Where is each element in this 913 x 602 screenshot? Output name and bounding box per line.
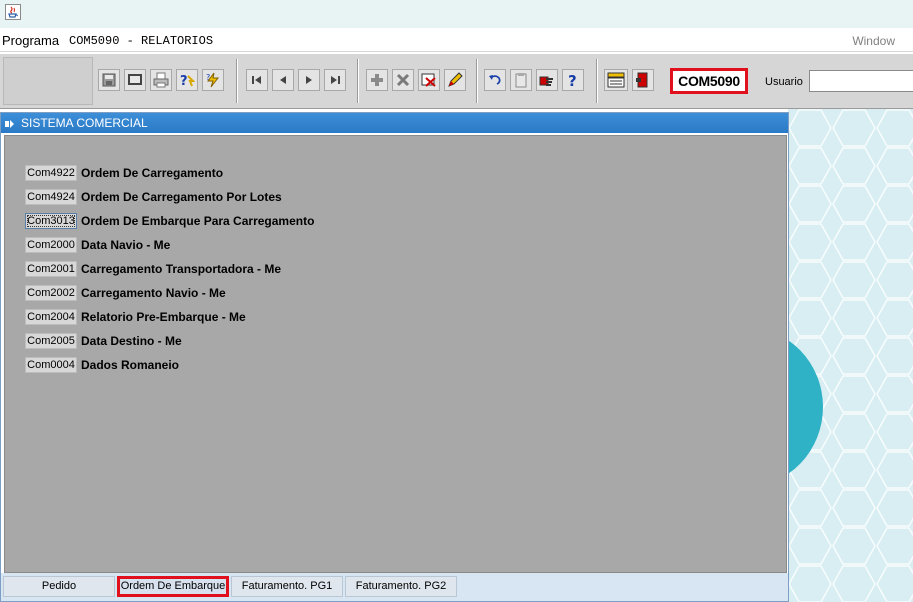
report-label: Ordem De Carregamento [81, 166, 224, 180]
help-icon: ? [565, 72, 581, 88]
report-code-button[interactable]: Com4924 [25, 189, 77, 205]
menu-window[interactable]: Window [852, 34, 895, 48]
delete-record-button[interactable] [392, 69, 414, 91]
program-code-box: COM5090 [670, 68, 748, 94]
edit-button[interactable] [444, 69, 466, 91]
last-record-button[interactable] [324, 69, 346, 91]
report-code-button[interactable]: Com4922 [25, 165, 77, 181]
hexagon-pattern [788, 109, 913, 602]
x-icon [395, 72, 411, 88]
menu-bar: Programa COM5090 - RELATORIOS Window [0, 28, 913, 52]
first-record-button[interactable] [246, 69, 268, 91]
print-button[interactable] [150, 69, 172, 91]
clear-form-icon [421, 72, 437, 88]
sistema-comercial-window: SISTEMA COMERCIAL Com4922 Ordem De Carre… [0, 112, 789, 602]
report-label: Data Navio - Me [81, 238, 171, 252]
toolbar-separator [596, 59, 598, 103]
program-code: COM5090 [678, 73, 740, 89]
toolbar-separator [236, 59, 238, 103]
first-icon [250, 73, 264, 87]
list-button[interactable] [510, 69, 532, 91]
tab-ordem-de-embarque[interactable]: Ordem De Embarque [117, 576, 229, 597]
menu-button[interactable] [604, 69, 628, 91]
query-button[interactable]: ? [176, 69, 198, 91]
previous-record-button[interactable] [272, 69, 294, 91]
tab-bar: Pedido Ordem De Embarque Faturamento. PG… [1, 573, 788, 601]
report-code-button[interactable]: Com2005 [25, 333, 77, 349]
clipboard-icon [513, 72, 529, 88]
clear-record-button[interactable] [418, 69, 440, 91]
execute-query-button[interactable]: ? [202, 69, 224, 91]
report-label: Ordem De Embarque Para Carregamento [81, 214, 315, 228]
toolbar-separator [357, 59, 359, 103]
svg-text:?: ? [180, 74, 188, 88]
window-title: COM5090 - RELATORIOS [69, 34, 214, 48]
report-code-button[interactable]: Com2002 [25, 285, 77, 301]
panel-title-bar: SISTEMA COMERCIAL [1, 113, 788, 133]
printer-icon [153, 72, 169, 88]
window-restore-icon[interactable] [5, 118, 15, 128]
usuario-label: Usuario [765, 76, 803, 88]
tools-button[interactable] [536, 69, 558, 91]
previous-icon [276, 73, 290, 87]
tab-pedido[interactable]: Pedido [3, 576, 115, 597]
tab-faturamento-pg1[interactable]: Faturamento. PG1 [231, 576, 343, 597]
screen-button[interactable] [124, 69, 146, 91]
save-button[interactable] [98, 69, 120, 91]
undo-button[interactable] [484, 69, 506, 91]
toolbar-blank-area [3, 57, 93, 105]
report-code-button[interactable]: Com2000 [25, 237, 77, 253]
lightning-icon: ? [205, 72, 221, 88]
pencil-icon [447, 72, 463, 88]
report-code-button[interactable]: Com3013 [25, 213, 77, 229]
toolbar: ? ? ? COM5090 Usuario [0, 53, 913, 109]
report-label: Ordem De Carregamento Por Lotes [81, 190, 282, 204]
report-label: Carregamento Transportadora - Me [81, 262, 282, 276]
report-label: Dados Romaneio [81, 358, 180, 372]
save-icon [101, 72, 117, 88]
usuario-input[interactable] [809, 70, 913, 92]
toolbar-separator [476, 59, 478, 103]
background-wallpaper [788, 109, 913, 602]
insert-record-button[interactable] [366, 69, 388, 91]
plus-icon [369, 72, 385, 88]
undo-icon [487, 72, 503, 88]
last-icon [328, 73, 342, 87]
help-button[interactable]: ? [562, 69, 584, 91]
report-label: Data Destino - Me [81, 334, 182, 348]
java-app-icon [5, 4, 21, 20]
svg-text:?: ? [568, 72, 577, 88]
report-code-button[interactable]: Com2001 [25, 261, 77, 277]
panel-title: SISTEMA COMERCIAL [21, 116, 148, 130]
menu-programa[interactable]: Programa [2, 33, 59, 48]
monitor-icon [127, 72, 143, 88]
title-bar [0, 0, 913, 28]
next-record-button[interactable] [298, 69, 320, 91]
next-icon [302, 73, 316, 87]
query-icon: ? [179, 72, 195, 88]
menu-icon [607, 72, 625, 88]
exit-button[interactable] [632, 69, 654, 91]
tab-faturamento-pg2[interactable]: Faturamento. PG2 [345, 576, 457, 597]
exit-door-icon [635, 72, 651, 88]
report-list: Com4922 Ordem De Carregamento Com4924 Or… [4, 135, 787, 573]
report-code-button[interactable]: Com2004 [25, 309, 77, 325]
svg-text:?: ? [206, 73, 210, 82]
report-code-button[interactable]: Com0004 [25, 357, 77, 373]
report-label: Carregamento Navio - Me [81, 286, 226, 300]
report-label: Relatorio Pre-Embarque - Me [81, 310, 246, 324]
hand-icon [539, 72, 555, 88]
